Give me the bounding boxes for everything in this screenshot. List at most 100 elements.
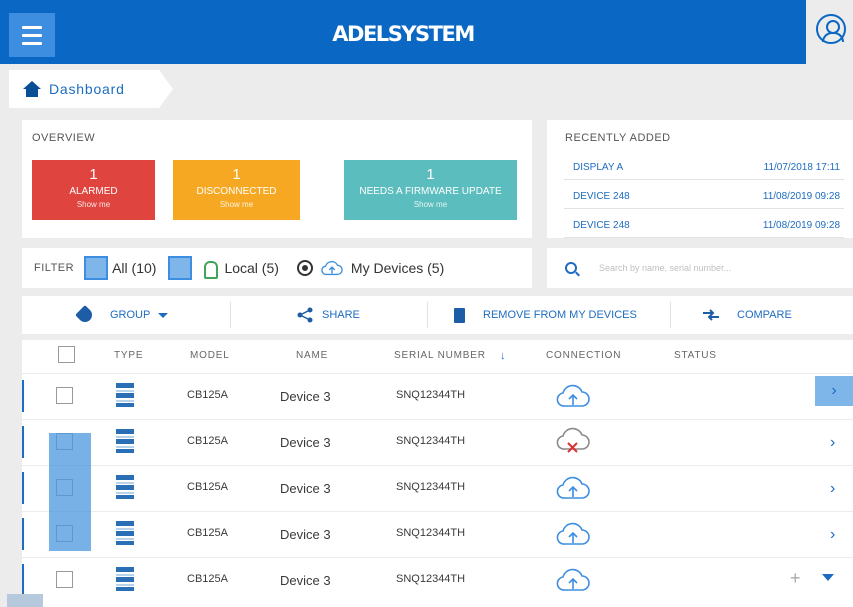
row-name: Device 3	[280, 527, 331, 542]
table-header: TYPE MODEL NAME SERIAL NUMBER ↓ CONNECTI…	[22, 340, 853, 370]
row-checkbox[interactable]	[56, 571, 73, 588]
share-icon	[297, 307, 313, 323]
filter-my-devices-label[interactable]: My Devices (5)	[351, 260, 444, 276]
top-bar: ADELSYSTEM	[0, 0, 806, 64]
chevron-down-icon[interactable]	[822, 574, 834, 581]
device-type-icon	[116, 429, 134, 453]
cloud-upload-icon	[556, 476, 590, 499]
filter-all-checkbox[interactable]	[84, 256, 109, 280]
column-name[interactable]: NAME	[296, 350, 328, 361]
row-marker	[22, 472, 24, 504]
group-button[interactable]: GROUP	[75, 296, 169, 334]
table-row[interactable]: CB125A Device 3 SNQ12344TH ›	[22, 373, 853, 418]
firmware-card[interactable]: 1 NEEDS A FIRMWARE UPDATE Show me	[344, 160, 517, 220]
filter-all-label[interactable]: All (10)	[112, 260, 156, 276]
share-label: SHARE	[322, 309, 360, 321]
user-icon[interactable]	[816, 14, 846, 44]
filter-bar: FILTER All (10) Local (5) My Devices (5)	[22, 248, 532, 288]
device-type-icon	[116, 475, 134, 499]
disconnected-card[interactable]: 1 DISCONNECTED Show me	[173, 160, 300, 220]
column-type[interactable]: TYPE	[114, 350, 143, 361]
search-box	[547, 248, 853, 288]
selection-highlight	[49, 433, 91, 551]
column-model[interactable]: MODEL	[190, 350, 230, 361]
column-serial-number[interactable]: SERIAL NUMBER	[394, 350, 486, 361]
table-row[interactable]: CB125A Device 3 SNQ12344TH ›	[22, 465, 853, 510]
row-marker	[22, 380, 24, 412]
recent-item-date: 11/07/2018 17:11	[763, 162, 840, 173]
recent-item[interactable]: DEVICE 248 11/08/2019 09:28	[564, 183, 844, 209]
recent-item[interactable]: DISPLAY A 11/07/2018 17:11	[564, 154, 844, 180]
row-serial: SNQ12344TH	[396, 527, 466, 539]
row-name: Device 3	[280, 481, 331, 496]
add-icon[interactable]: +	[790, 568, 801, 589]
row-model: CB125A	[187, 389, 228, 401]
sort-arrow-icon[interactable]: ↓	[500, 350, 506, 362]
devices-table: TYPE MODEL NAME SERIAL NUMBER ↓ CONNECTI…	[22, 340, 853, 607]
disconnected-count: 1	[232, 166, 241, 183]
alarmed-show-me-link[interactable]: Show me	[32, 200, 155, 209]
row-chevron-right-icon[interactable]: ›	[830, 480, 835, 498]
firmware-show-me-link[interactable]: Show me	[344, 200, 517, 209]
cloud-upload-icon	[556, 384, 590, 407]
filter-local-label[interactable]: Local (5)	[224, 260, 278, 276]
row-serial: SNQ12344TH	[396, 435, 466, 447]
cloud-upload-icon	[556, 522, 590, 545]
cloud-disconnected-icon	[556, 427, 590, 453]
share-button[interactable]: SHARE	[296, 296, 360, 334]
row-name: Device 3	[280, 573, 331, 588]
firmware-label: NEEDS A FIRMWARE UPDATE	[359, 186, 502, 197]
row-name: Device 3	[280, 435, 331, 450]
overview-title: OVERVIEW	[32, 132, 96, 144]
chevron-down-icon	[158, 312, 169, 318]
select-all-checkbox[interactable]	[58, 346, 75, 363]
row-marker	[22, 518, 24, 550]
column-connection[interactable]: CONNECTION	[546, 350, 621, 361]
row-chevron-right-icon[interactable]: ›	[815, 376, 853, 406]
row-chevron-right-icon[interactable]: ›	[830, 526, 835, 544]
trash-icon	[454, 307, 465, 323]
action-divider	[670, 302, 671, 328]
cloud-upload-icon	[556, 568, 590, 591]
row-model: CB125A	[187, 573, 228, 585]
row-marker	[22, 426, 24, 458]
disconnected-show-me-link[interactable]: Show me	[173, 200, 300, 209]
filter-local-checkbox[interactable]	[168, 256, 193, 280]
row-name: Device 3	[280, 389, 331, 404]
search-input[interactable]	[599, 263, 829, 273]
column-status[interactable]: STATUS	[674, 350, 717, 361]
breadcrumb: Dashboard	[9, 70, 173, 108]
table-row[interactable]: CB125A Device 3 SNQ12344TH ›	[22, 511, 853, 556]
disconnected-label: DISCONNECTED	[196, 186, 277, 197]
cloud-upload-icon	[321, 260, 343, 276]
table-row[interactable]: CB125A Device 3 SNQ12344TH ›	[22, 419, 853, 464]
device-type-icon	[116, 521, 134, 545]
brand-logo: ADELSYSTEM	[332, 22, 475, 46]
recent-item-name[interactable]: DEVICE 248	[573, 220, 630, 231]
tag-icon	[75, 305, 95, 325]
home-icon[interactable]	[23, 81, 41, 97]
recent-item-name[interactable]: DISPLAY A	[573, 162, 623, 173]
recent-item-date: 11/08/2019 09:28	[762, 191, 840, 202]
group-label: GROUP	[110, 309, 151, 321]
action-divider	[230, 302, 231, 328]
recent-item-name[interactable]: DEVICE 248	[573, 191, 630, 202]
filter-my-devices-radio[interactable]	[296, 260, 313, 276]
breadcrumb-dashboard[interactable]: Dashboard	[49, 81, 125, 97]
recent-item[interactable]: DEVICE 248 11/08/2019 09:28	[564, 212, 844, 238]
watermark	[7, 594, 43, 607]
alarmed-label: ALARMED	[69, 186, 118, 197]
remove-from-my-devices-button[interactable]: REMOVE FROM MY DEVICES	[454, 296, 637, 334]
compare-button[interactable]: COMPARE	[701, 296, 792, 334]
row-serial: SNQ12344TH	[396, 573, 466, 585]
row-model: CB125A	[187, 527, 228, 539]
row-checkbox[interactable]	[56, 387, 73, 404]
device-type-icon	[116, 567, 134, 591]
alarmed-card[interactable]: 1 ALARMED Show me	[32, 160, 155, 220]
remove-label: REMOVE FROM MY DEVICES	[483, 309, 637, 321]
row-chevron-right-icon[interactable]: ›	[830, 434, 835, 452]
action-divider	[427, 302, 428, 328]
table-row[interactable]: CB125A Device 3 SNQ12344TH +	[22, 557, 853, 602]
row-serial: SNQ12344TH	[396, 481, 466, 493]
overview-panel: OVERVIEW 1 ALARMED Show me 1 DISCONNECTE…	[22, 120, 532, 238]
